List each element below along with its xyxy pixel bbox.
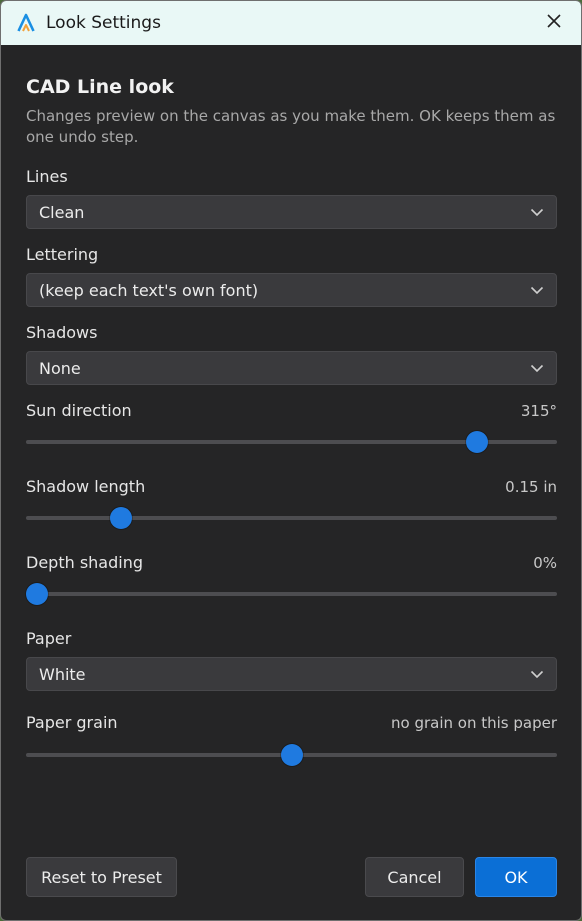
slider-track <box>26 592 557 596</box>
dialog-heading: CAD Line look <box>26 76 174 98</box>
shadows-field: Shadows None <box>26 323 557 385</box>
lines-selected-value: Clean <box>39 202 85 222</box>
chevron-down-icon <box>530 364 544 373</box>
depth-shading-slider[interactable] <box>26 583 557 605</box>
sun-direction-slider[interactable] <box>26 431 557 453</box>
chevron-down-icon <box>530 670 544 679</box>
lettering-label: Lettering <box>26 245 99 264</box>
lettering-selected-value: (keep each text's own font) <box>39 280 259 300</box>
depth-shading-value: 0% <box>533 554 557 572</box>
paper-grain-field: Paper grain no grain on this paper <box>26 713 557 766</box>
lines-label: Lines <box>26 167 68 186</box>
paper-grain-slider[interactable] <box>26 744 557 766</box>
close-icon <box>546 13 562 33</box>
lines-dropdown[interactable]: Clean <box>26 195 557 229</box>
reset-to-preset-button[interactable]: Reset to Preset <box>26 857 177 897</box>
sun-direction-field: Sun direction 315° <box>26 401 557 453</box>
shadows-label: Shadows <box>26 323 98 342</box>
paper-field: Paper White <box>26 629 557 691</box>
ok-button[interactable]: OK <box>475 857 557 897</box>
dialog-content: CAD Line look Changes preview on the can… <box>26 45 557 766</box>
depth-shading-label: Depth shading <box>26 553 143 572</box>
chevron-down-icon <box>530 286 544 295</box>
shadows-dropdown[interactable]: None <box>26 351 557 385</box>
sun-direction-label: Sun direction <box>26 401 132 420</box>
depth-shading-field: Depth shading 0% <box>26 553 557 605</box>
paper-selected-value: White <box>39 664 86 684</box>
slider-thumb[interactable] <box>109 507 132 529</box>
shadow-length-slider[interactable] <box>26 507 557 529</box>
slider-thumb[interactable] <box>466 431 489 453</box>
cancel-button[interactable]: Cancel <box>365 857 464 897</box>
window-title: Look Settings <box>46 13 161 33</box>
paper-grain-label: Paper grain <box>26 713 118 732</box>
lettering-field: Lettering (keep each text's own font) <box>26 245 557 307</box>
look-settings-window: Look Settings CAD Line look Changes prev… <box>0 0 582 921</box>
slider-thumb[interactable] <box>280 744 303 766</box>
shadow-length-field: Shadow length 0.15 in <box>26 477 557 529</box>
app-logo-icon <box>16 13 36 33</box>
slider-track <box>26 516 557 520</box>
paper-label: Paper <box>26 629 72 648</box>
paper-dropdown[interactable]: White <box>26 657 557 691</box>
chevron-down-icon <box>530 208 544 217</box>
shadow-length-value: 0.15 in <box>505 478 557 496</box>
close-button[interactable] <box>527 1 581 45</box>
lettering-dropdown[interactable]: (keep each text's own font) <box>26 273 557 307</box>
title-bar[interactable]: Look Settings <box>1 1 581 45</box>
shadows-selected-value: None <box>39 358 81 378</box>
slider-thumb[interactable] <box>26 583 48 605</box>
lines-field: Lines Clean <box>26 167 557 229</box>
dialog-description: Changes preview on the canvas as you mak… <box>26 107 556 146</box>
sun-direction-value: 315° <box>520 402 557 420</box>
shadow-length-label: Shadow length <box>26 477 146 496</box>
paper-grain-value: no grain on this paper <box>391 714 557 732</box>
